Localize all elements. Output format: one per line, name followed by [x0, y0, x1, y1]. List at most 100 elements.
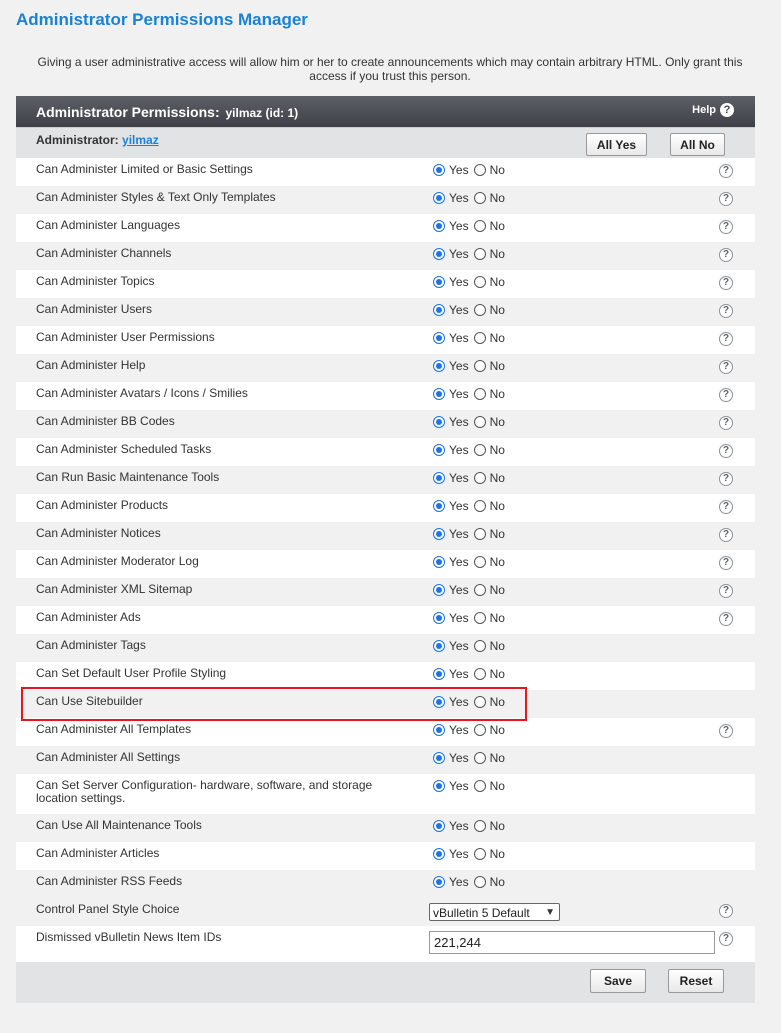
- question-icon[interactable]: ?: [719, 220, 733, 234]
- no-radio[interactable]: [473, 388, 486, 400]
- no-radio-label[interactable]: No: [490, 723, 505, 737]
- yes-radio[interactable]: [433, 472, 445, 484]
- no-radio-label[interactable]: No: [490, 639, 505, 653]
- yes-radio[interactable]: [433, 192, 445, 204]
- question-icon[interactable]: ?: [719, 528, 733, 542]
- yes-radio-label[interactable]: Yes: [449, 611, 469, 625]
- yes-radio[interactable]: [433, 444, 445, 456]
- yes-radio[interactable]: [433, 668, 445, 680]
- no-radio-label[interactable]: No: [490, 751, 505, 765]
- yes-radio-label[interactable]: Yes: [449, 415, 469, 429]
- no-radio-label[interactable]: No: [490, 387, 505, 401]
- no-radio-label[interactable]: No: [490, 303, 505, 317]
- header-help-link[interactable]: Help ?: [692, 103, 734, 117]
- no-radio-label[interactable]: No: [490, 275, 505, 289]
- yes-radio-label[interactable]: Yes: [449, 443, 469, 457]
- yes-radio[interactable]: [433, 248, 445, 260]
- no-radio[interactable]: [473, 820, 486, 832]
- no-radio-label[interactable]: No: [490, 191, 505, 205]
- no-radio-label[interactable]: No: [490, 611, 505, 625]
- no-radio-label[interactable]: No: [490, 247, 505, 261]
- yes-radio[interactable]: [433, 556, 445, 568]
- yes-radio[interactable]: [433, 752, 445, 764]
- yes-radio-label[interactable]: Yes: [449, 471, 469, 485]
- yes-radio[interactable]: [433, 612, 445, 624]
- yes-radio-label[interactable]: Yes: [449, 723, 469, 737]
- question-icon[interactable]: ?: [719, 164, 733, 178]
- no-radio[interactable]: [473, 528, 486, 540]
- no-radio-label[interactable]: No: [490, 583, 505, 597]
- no-radio[interactable]: [473, 500, 486, 512]
- no-radio[interactable]: [473, 752, 486, 764]
- yes-radio-label[interactable]: Yes: [449, 751, 469, 765]
- yes-radio-label[interactable]: Yes: [449, 499, 469, 513]
- question-icon[interactable]: ?: [719, 556, 733, 570]
- yes-radio-label[interactable]: Yes: [449, 163, 469, 177]
- no-radio-label[interactable]: No: [490, 819, 505, 833]
- no-radio[interactable]: [473, 416, 486, 428]
- no-radio[interactable]: [473, 304, 486, 316]
- no-radio[interactable]: [473, 276, 486, 288]
- no-radio[interactable]: [473, 472, 486, 484]
- yes-radio[interactable]: [433, 640, 445, 652]
- question-icon[interactable]: ?: [719, 500, 733, 514]
- question-icon[interactable]: ?: [719, 192, 733, 206]
- no-radio[interactable]: [473, 848, 486, 860]
- question-icon[interactable]: ?: [719, 276, 733, 290]
- no-radio[interactable]: [473, 640, 486, 652]
- all-yes-button[interactable]: All Yes: [586, 133, 647, 156]
- no-radio[interactable]: [473, 164, 486, 176]
- yes-radio[interactable]: [433, 304, 445, 316]
- question-icon[interactable]: ?: [719, 932, 733, 946]
- no-radio[interactable]: [473, 444, 486, 456]
- yes-radio[interactable]: [433, 876, 445, 888]
- reset-button[interactable]: Reset: [668, 969, 724, 993]
- yes-radio[interactable]: [433, 780, 445, 792]
- question-icon[interactable]: ?: [719, 332, 733, 346]
- no-radio[interactable]: [473, 192, 486, 204]
- yes-radio[interactable]: [433, 500, 445, 512]
- no-radio-label[interactable]: No: [490, 471, 505, 485]
- yes-radio[interactable]: [433, 724, 445, 736]
- yes-radio[interactable]: [433, 332, 445, 344]
- no-radio[interactable]: [473, 360, 486, 372]
- no-radio-label[interactable]: No: [490, 219, 505, 233]
- question-icon[interactable]: ?: [719, 388, 733, 402]
- no-radio-label[interactable]: No: [490, 527, 505, 541]
- administrator-name-link[interactable]: yilmaz: [122, 133, 159, 147]
- yes-radio[interactable]: [433, 848, 445, 860]
- no-radio-label[interactable]: No: [490, 847, 505, 861]
- no-radio-label[interactable]: No: [490, 331, 505, 345]
- no-radio[interactable]: [473, 584, 486, 596]
- yes-radio-label[interactable]: Yes: [449, 667, 469, 681]
- question-icon[interactable]: ?: [720, 103, 734, 117]
- question-icon[interactable]: ?: [719, 612, 733, 626]
- no-radio-label[interactable]: No: [490, 359, 505, 373]
- question-icon[interactable]: ?: [719, 360, 733, 374]
- no-radio-label[interactable]: No: [490, 779, 505, 793]
- yes-radio-label[interactable]: Yes: [449, 527, 469, 541]
- yes-radio-label[interactable]: Yes: [449, 191, 469, 205]
- no-radio-label[interactable]: No: [490, 499, 505, 513]
- yes-radio-label[interactable]: Yes: [449, 275, 469, 289]
- question-icon[interactable]: ?: [719, 904, 733, 918]
- no-radio[interactable]: [473, 780, 486, 792]
- no-radio[interactable]: [473, 220, 486, 232]
- question-icon[interactable]: ?: [719, 416, 733, 430]
- question-icon[interactable]: ?: [719, 724, 733, 738]
- yes-radio[interactable]: [433, 360, 445, 372]
- no-radio-label[interactable]: No: [490, 875, 505, 889]
- yes-radio-label[interactable]: Yes: [449, 819, 469, 833]
- no-radio[interactable]: [473, 556, 486, 568]
- question-icon[interactable]: ?: [719, 472, 733, 486]
- no-radio-label[interactable]: No: [490, 443, 505, 457]
- yes-radio-label[interactable]: Yes: [449, 359, 469, 373]
- yes-radio-label[interactable]: Yes: [449, 875, 469, 889]
- yes-radio[interactable]: [433, 584, 445, 596]
- no-radio[interactable]: [473, 248, 486, 260]
- question-icon[interactable]: ?: [719, 584, 733, 598]
- yes-radio[interactable]: [433, 820, 445, 832]
- yes-radio[interactable]: [433, 388, 445, 400]
- all-no-button[interactable]: All No: [670, 133, 725, 156]
- yes-radio[interactable]: [433, 220, 445, 232]
